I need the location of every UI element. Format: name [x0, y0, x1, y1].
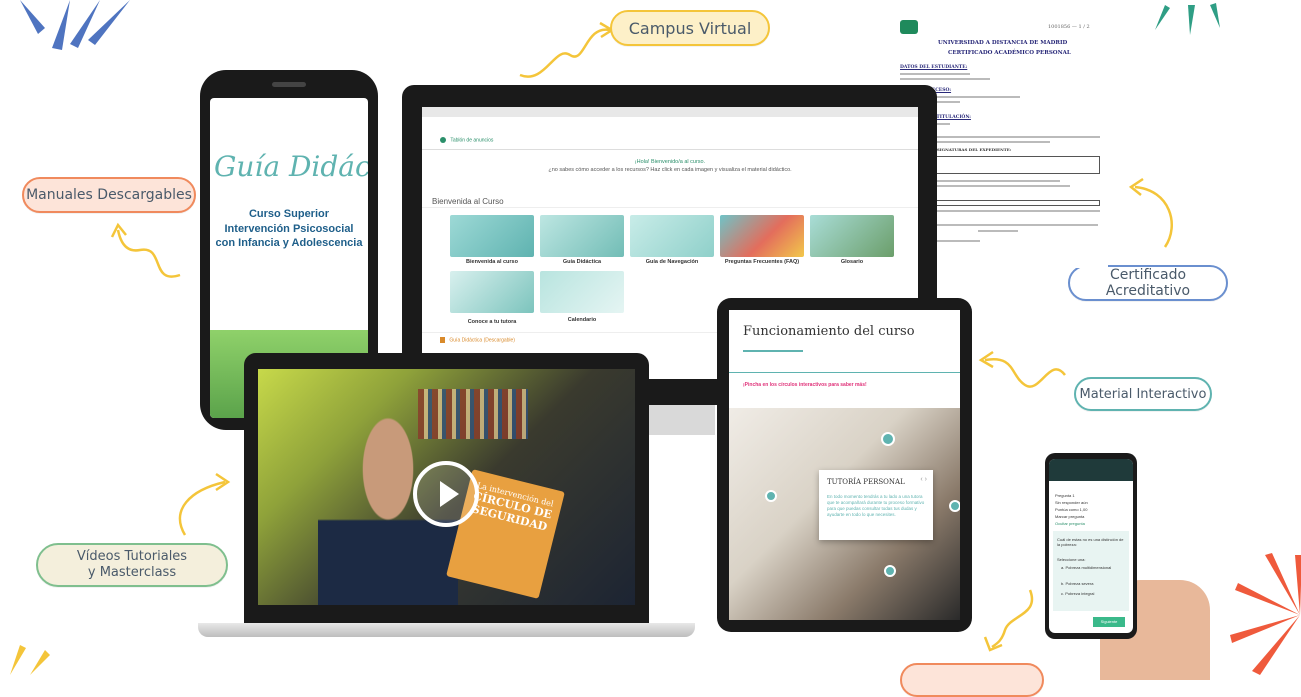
yellow-starburst-decoration — [10, 645, 50, 675]
heading-underline — [743, 350, 803, 352]
tile-label-guia[interactable]: Guía Didáctica — [540, 259, 624, 265]
quiz-q3: Puntúa como 1,00 — [1055, 507, 1088, 512]
tablet: Funcionamiento del curso ¡Pincha en los … — [717, 298, 972, 632]
tutoring-card: TUTORÍA PERSONAL ‹ › En todo momento ten… — [819, 470, 933, 540]
quiz-select: Seleccione una: — [1057, 557, 1086, 562]
red-starburst-decoration — [1230, 553, 1301, 675]
guide-title: Guía Didáctica — [214, 150, 368, 183]
course-name: Intervención Psicosocial con Infancia y … — [215, 223, 363, 249]
material-interactivo-label: Material Interactivo — [1074, 377, 1212, 411]
certificado-acreditativo-label: Certificado Acreditativo — [1068, 265, 1228, 301]
tile-label-tutora[interactable]: Conoce a tu tutora — [450, 319, 534, 325]
tile-label-calendario[interactable]: Calendario — [540, 317, 624, 323]
tile-label-navegacion[interactable]: Guía de Navegación — [630, 259, 714, 265]
certificate-heading-student: DATOS DEL ESTUDIANTE: — [900, 65, 968, 70]
tile-guia-didactica[interactable] — [540, 215, 624, 257]
welcome-title: ¡Hola! Bienvenido/a al curso. — [634, 159, 706, 165]
manuales-descargables-label: Manuales Descargables — [22, 177, 196, 213]
card-title: TUTORÍA PERSONAL — [827, 478, 905, 486]
quiz-q1: Pregunta 1 — [1055, 493, 1075, 498]
laptop-base — [198, 623, 695, 637]
arrow-manuales-icon — [110, 222, 181, 278]
tile-label-faq[interactable]: Preguntas Frecuentes (FAQ) — [720, 259, 804, 265]
certificate-code: 1001856 — 1 / 2 — [1048, 24, 1090, 30]
campus-virtual-label: Campus Virtual — [610, 10, 770, 46]
hotspot-1-icon[interactable] — [881, 432, 895, 446]
quiz-option-a[interactable]: a. Pobreza multidimensional — [1061, 565, 1121, 570]
tile-faq[interactable] — [720, 215, 804, 257]
welcome-text: ¿no sabes cómo acceder a los recursos? H… — [548, 167, 792, 173]
quiz-next-button[interactable]: Siguiente — [1093, 617, 1125, 627]
arrow-bottom-icon — [983, 589, 1034, 652]
card-close-icon[interactable]: ‹ › — [920, 476, 927, 483]
tile-label-glosario[interactable]: Glosario — [810, 259, 894, 265]
tile-label-bienvenida[interactable]: Bienvenida al curso — [450, 259, 534, 265]
phone-speaker — [272, 82, 306, 87]
videos-tutoriales-label: Vídeos Tutoriales y Masterclass — [36, 543, 228, 587]
forum-icon — [440, 137, 446, 143]
blue-starburst-decoration — [20, 0, 130, 50]
section-title: Bienvenida al Curso — [432, 197, 504, 206]
quiz-question: Cuál de estas no es una distinción de la… — [1057, 537, 1124, 547]
certificate-title-1: UNIVERSIDAD A DISTANCIA DE MADRID — [938, 40, 1068, 46]
arrow-certificado-icon — [1128, 177, 1173, 248]
tile-bienvenida[interactable] — [450, 215, 534, 257]
tile-glosario[interactable] — [810, 215, 894, 257]
course-subtitle: Curso Superior — [248, 208, 330, 220]
tile-calendario[interactable] — [540, 271, 624, 313]
hotspot-2-icon[interactable] — [765, 490, 777, 502]
bottom-partial-label — [900, 663, 1044, 697]
tablet-screen: Funcionamiento del curso ¡Pincha en los … — [729, 310, 960, 620]
quiz-q5[interactable]: Ocultar pregunta — [1055, 521, 1085, 526]
quiz-option-c[interactable]: c. Pobreza integral — [1061, 591, 1094, 596]
laptop: La intervención del CÍRCULO DE SEGURIDAD — [244, 353, 649, 623]
university-logo — [900, 20, 918, 34]
announcements-link[interactable]: Tablón de anuncios — [440, 137, 493, 143]
arrow-campus-icon — [519, 21, 615, 78]
mini-phone-screen: Pregunta 1 Sin responder aún Puntúa como… — [1049, 459, 1133, 633]
tablet-heading: Funcionamiento del curso — [743, 324, 915, 339]
hotspot-4-icon[interactable] — [884, 565, 896, 577]
quiz-q2: Sin responder aún — [1055, 500, 1088, 505]
play-button[interactable] — [413, 461, 479, 527]
teal-starburst-decoration — [1155, 3, 1220, 35]
play-icon — [440, 481, 459, 507]
certificate-title-2: CERTIFICADO ACADÉMICO PERSONAL — [948, 50, 1071, 56]
hotspot-3-icon[interactable] — [949, 500, 960, 512]
smartphone-right: Pregunta 1 Sin responder aún Puntúa como… — [1045, 453, 1137, 639]
video-player: La intervención del CÍRCULO DE SEGURIDAD — [258, 369, 635, 605]
tile-guia-navegacion[interactable] — [630, 215, 714, 257]
pdf-icon — [440, 337, 445, 343]
monitor-stand — [645, 405, 715, 435]
quiz-option-b[interactable]: b. Pobreza severa — [1061, 581, 1093, 586]
interactive-prompt: ¡Pincha en los círculos interactivos par… — [743, 382, 867, 388]
card-text: En todo momento tendrás a tu lado a una … — [827, 494, 925, 517]
arrow-material-icon — [978, 350, 1066, 388]
tile-tutora[interactable] — [450, 271, 534, 313]
quiz-q4[interactable]: Marcar pregunta — [1055, 514, 1084, 519]
arrow-videos-icon — [178, 472, 231, 536]
download-guide-link[interactable]: Guía Didáctica (Descargable) — [440, 337, 515, 343]
